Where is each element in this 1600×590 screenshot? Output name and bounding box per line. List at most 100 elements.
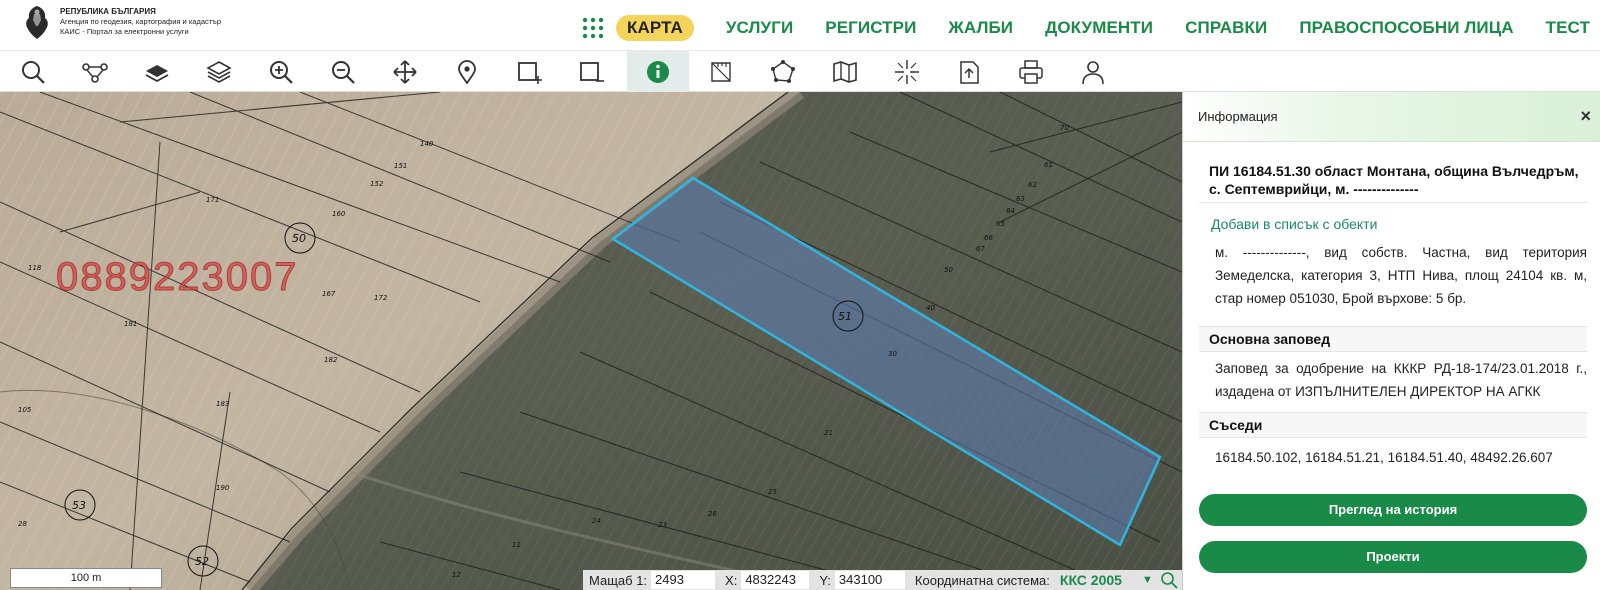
parcel-label: 140 xyxy=(420,140,434,148)
zoom-in-icon xyxy=(270,60,293,84)
order-text: Заповед за одобрение на КККР РД-18-174/2… xyxy=(1215,361,1587,399)
parcel-label: 66 xyxy=(984,234,993,242)
crs-dropdown-icon[interactable]: ▼ xyxy=(1142,574,1153,586)
route-icon xyxy=(82,62,108,83)
parcel-label: 167 xyxy=(322,290,336,298)
scale-input[interactable]: 2493 xyxy=(651,571,716,589)
map-view-tool[interactable] xyxy=(814,51,876,92)
select-remove-icon xyxy=(580,61,604,82)
parcel-label: 118 xyxy=(28,264,42,272)
route-tool[interactable] xyxy=(64,51,126,92)
parcel-label: 61 xyxy=(1044,161,1053,169)
pan-tool[interactable] xyxy=(374,51,436,92)
parcel-label: 11 xyxy=(512,541,521,549)
parcel-label: 50 xyxy=(944,266,953,274)
user-tool[interactable] xyxy=(1062,51,1124,92)
info-panel: Информация × ПИ 16184.51.30 област Монта… xyxy=(1182,92,1600,590)
zoom-out-tool[interactable] xyxy=(312,51,374,92)
projects-button[interactable]: Проекти xyxy=(1199,541,1587,573)
nav-pravosposobni-lica[interactable]: ПРАВОСПОСОБНИ ЛИЦА xyxy=(1299,18,1513,38)
parcel-label: 182 xyxy=(324,356,338,364)
coordinate-status-bar: Мащаб 1: 2493 X: 4832243 Y: 343100 Коорд… xyxy=(583,570,1182,590)
object-title: ПИ 16184.51.30 област Монтана, община Въ… xyxy=(1199,162,1587,203)
user-icon xyxy=(1082,60,1104,84)
parcel-label: 67 xyxy=(976,245,985,253)
layer-icon xyxy=(145,64,169,82)
map-icon xyxy=(833,60,857,83)
search-tool[interactable] xyxy=(2,51,64,92)
coat-of-arms-logo[interactable] xyxy=(22,4,52,40)
parcel-label: 24 xyxy=(592,517,601,525)
x-label: X: xyxy=(725,572,738,588)
info-panel-header: Информация × xyxy=(1183,92,1600,142)
crosshair-tool[interactable] xyxy=(876,51,938,92)
parcel-label: 63 xyxy=(1016,195,1025,203)
export-tool[interactable] xyxy=(938,51,1000,92)
object-description: м. --------------, вид собств. Частна, в… xyxy=(1215,245,1587,306)
order-heading: Основна заповед xyxy=(1199,326,1587,352)
info-tool[interactable] xyxy=(627,51,689,92)
layer-tool[interactable] xyxy=(126,51,188,92)
nav-registri[interactable]: РЕГИСТРИ xyxy=(825,18,916,38)
parcel-label: 65 xyxy=(996,220,1005,228)
nav-zhalbi[interactable]: ЖАЛБИ xyxy=(948,18,1013,38)
polygon-icon xyxy=(771,59,795,83)
select-add-tool[interactable] xyxy=(498,51,560,92)
phone-watermark: 0889223007 xyxy=(55,255,299,300)
main-nav: КАРТА УСЛУГИ РЕГИСТРИ ЖАЛБИ ДОКУМЕНТИ СП… xyxy=(582,14,1590,42)
nav-spravki[interactable]: СПРАВКИ xyxy=(1185,18,1267,38)
select-remove-tool[interactable] xyxy=(560,51,622,92)
parcel-label: 53 xyxy=(72,499,86,512)
parcel-label: 26 xyxy=(708,510,717,518)
polygon-tool[interactable] xyxy=(752,51,814,92)
nav-test[interactable]: ТЕСТ xyxy=(1546,18,1590,38)
pan-icon xyxy=(393,59,417,84)
y-label: Y: xyxy=(819,572,831,588)
crs-label: Координатна система: xyxy=(914,572,1050,588)
parcel-label: 160 xyxy=(332,210,346,218)
zoom-in-tool[interactable] xyxy=(250,51,312,92)
logo-line-2: Агенция по геодезия, картография и кадас… xyxy=(60,17,222,26)
crs-select[interactable]: ККС 2005 xyxy=(1060,572,1122,588)
parcel-label: 171 xyxy=(206,196,219,204)
nav-karta[interactable]: КАРТА xyxy=(616,15,694,41)
apps-grid-icon[interactable] xyxy=(582,17,604,39)
history-button[interactable]: Преглед на история xyxy=(1199,494,1587,526)
nav-dokumenti[interactable]: ДОКУМЕНТИ xyxy=(1045,18,1153,38)
add-to-list-link[interactable]: Добави в списък с обекти xyxy=(1211,216,1599,232)
print-tool[interactable] xyxy=(1000,51,1062,92)
scale-bar: 100 m xyxy=(10,568,162,588)
map-imagery: 140 151 152 171 160 50 118 167 172 181 1… xyxy=(0,92,1182,590)
measure-tool[interactable] xyxy=(690,51,752,92)
parcel-label: 151 xyxy=(394,162,407,170)
nav-uslugi[interactable]: УСЛУГИ xyxy=(726,18,793,38)
map-canvas[interactable]: 140 151 152 171 160 50 118 167 172 181 1… xyxy=(0,92,1182,590)
search-icon xyxy=(22,60,45,84)
header: РЕПУБЛИКА БЪЛГАРИЯ Агенция по геодезия, … xyxy=(0,0,1600,51)
scale-label: Мащаб 1: xyxy=(589,572,648,588)
info-panel-title: Информация xyxy=(1198,109,1278,124)
layers-tool[interactable] xyxy=(188,51,250,92)
parcel-label: 30 xyxy=(888,350,897,358)
parcel-label: 25 xyxy=(768,488,777,496)
crosshair-icon xyxy=(895,59,919,84)
search-coordinates-icon[interactable] xyxy=(1160,571,1178,589)
parcel-label: 172 xyxy=(374,294,388,302)
location-tool[interactable] xyxy=(436,51,498,92)
location-pin-icon xyxy=(458,59,476,85)
parcel-label: 181 xyxy=(124,320,137,328)
logo-line-1: РЕПУБЛИКА БЪЛГАРИЯ xyxy=(60,7,156,16)
neighbors-text: 16184.50.102, 16184.51.21, 16184.51.40, … xyxy=(1215,450,1553,465)
x-coordinate-field[interactable]: 4832243 xyxy=(741,571,810,589)
y-coordinate-field[interactable]: 343100 xyxy=(834,571,905,589)
parcel-label: 190 xyxy=(216,484,230,492)
parcel-label: 70 xyxy=(1060,124,1069,132)
zoom-out-icon xyxy=(332,60,355,84)
parcel-label: 40 xyxy=(926,304,935,312)
parcel-label: 62 xyxy=(1028,181,1037,189)
close-icon[interactable]: × xyxy=(1580,106,1591,127)
logo-text: РЕПУБЛИКА БЪЛГАРИЯ Агенция по геодезия, … xyxy=(60,7,221,37)
export-icon xyxy=(960,60,979,84)
parcel-label: 50 xyxy=(292,232,306,245)
parcel-label: 23 xyxy=(658,521,667,529)
